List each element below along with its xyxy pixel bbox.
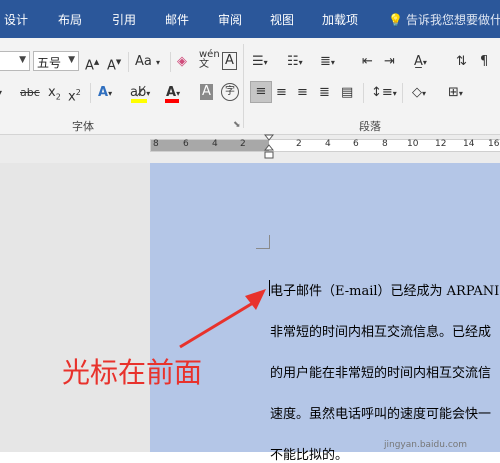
indent-markers[interactable]	[264, 134, 274, 160]
horizontal-ruler[interactable]: 8 6 4 2 2 4 6 8 10 12 14 16	[150, 139, 500, 152]
ruler-number: 14	[463, 139, 475, 149]
chinese-layout-icon[interactable]: A̲▾	[414, 52, 427, 72]
tell-me-search[interactable]: 💡 告诉我您想要做什	[388, 11, 500, 28]
clear-formatting-icon[interactable]: ◈	[177, 52, 187, 72]
shading-icon[interactable]: ◇▾	[412, 83, 426, 103]
group-label-font: 字体	[72, 120, 94, 133]
line-spacing-icon[interactable]: ↕≡▾	[371, 83, 397, 103]
tab-review[interactable]: 审阅	[218, 11, 242, 28]
document-line[interactable]: 非常短的时间内相互交流信息。已经成	[270, 321, 491, 340]
align-center-icon[interactable]: ≡	[276, 83, 287, 103]
sort-icon[interactable]: ⇅	[456, 52, 467, 72]
tab-mailings[interactable]: 邮件	[165, 11, 189, 28]
chevron-down-icon[interactable]: ▼	[68, 55, 75, 65]
borders-icon[interactable]: ⊞▾	[448, 83, 463, 103]
separator	[170, 52, 171, 72]
highlight-color-bar	[131, 99, 147, 103]
ruler-number: 12	[435, 139, 447, 149]
tab-layout[interactable]: 布局	[58, 11, 82, 28]
ruler-number: 16	[488, 139, 500, 149]
group-label-paragraph: 段落	[359, 120, 381, 133]
ruler-number: 10	[407, 139, 419, 149]
tab-view[interactable]: 视图	[270, 11, 294, 28]
ruler-number: 8	[153, 139, 159, 149]
group-separator	[243, 44, 244, 128]
phonetic-guide-icon[interactable]: wén 文	[199, 50, 220, 70]
character-shading-icon[interactable]: A	[200, 84, 213, 100]
justify-icon[interactable]: ≣	[319, 83, 330, 103]
decrease-indent-icon[interactable]: ⇤	[362, 52, 373, 72]
annotation-label: 光标在前面	[62, 356, 203, 389]
enclose-characters-icon[interactable]: 字	[221, 83, 239, 101]
ruler-number: 4	[212, 139, 218, 149]
separator	[363, 83, 364, 103]
ribbon-tab-bar: 设计 布局 引用 邮件 审阅 视图 加载项 💡 告诉我您想要做什	[0, 0, 500, 38]
chevron-down-icon[interactable]: ▼	[19, 55, 26, 65]
character-border-icon[interactable]: A	[222, 52, 237, 70]
align-left-icon[interactable]: ≡	[250, 81, 272, 103]
shrink-font-icon[interactable]: A▼	[107, 52, 121, 73]
align-right-icon[interactable]: ≡	[297, 83, 308, 103]
ruler-number: 4	[325, 139, 331, 149]
document-line[interactable]: 速度。虽然电话呼叫的速度可能会快一	[270, 403, 491, 422]
ruler-number: 6	[353, 139, 359, 149]
document-line[interactable]: 不能比拟的。	[270, 444, 348, 463]
ruler-number: 6	[183, 139, 189, 149]
subscript-icon[interactable]: x2	[48, 83, 61, 103]
document-canvas-left	[0, 163, 150, 452]
tab-references[interactable]: 引用	[112, 11, 136, 28]
distributed-icon[interactable]: ▤	[341, 83, 353, 103]
separator	[402, 83, 403, 103]
text-effects-icon[interactable]: A▾	[98, 83, 112, 103]
font-size-value: 五号	[37, 56, 62, 70]
tell-me-text: 告诉我您想要做什	[405, 13, 500, 27]
ruler-margin	[151, 140, 269, 151]
increase-indent-icon[interactable]: ⇥	[384, 52, 395, 72]
watermark: jingyan.baidu.com	[384, 440, 468, 450]
lightbulb-icon: 💡	[388, 13, 403, 27]
margin-corner-mark	[256, 235, 270, 249]
dialog-launcher-icon[interactable]: ⬊	[233, 120, 241, 130]
show-marks-icon[interactable]: ¶	[480, 52, 488, 72]
tab-design[interactable]: 设计	[4, 11, 28, 28]
multilevel-list-icon[interactable]: ≣▾	[320, 52, 335, 72]
font-name-combo[interactable]: ▼	[0, 51, 30, 71]
document-line[interactable]: 的用户能在非常短的时间内相互交流信	[270, 362, 491, 381]
numbering-icon[interactable]: ☷▾	[287, 52, 303, 72]
superscript-icon[interactable]: x2	[68, 83, 81, 104]
grow-font-icon[interactable]: A▲	[85, 52, 99, 73]
ruler-number: 2	[240, 139, 246, 149]
strikethrough-icon[interactable]: abc	[20, 83, 40, 103]
ruler-number: 8	[382, 139, 388, 149]
font-size-combo[interactable]: 五号 ▼	[33, 51, 79, 71]
ribbon-home: ▼ 五号 ▼ A▲ A▼ Aa ▾ ◈ wén 文 A ☰▾ ☷▾ ≣▾ ⇤ ⇥ …	[0, 38, 500, 135]
font-color-bar	[165, 99, 179, 103]
tab-addins[interactable]: 加载项	[322, 11, 358, 28]
bullets-icon[interactable]: ☰▾	[252, 52, 268, 72]
document-line[interactable]: 电子邮件（E-mail）已经成为 ARPANI	[270, 280, 499, 299]
separator	[90, 83, 91, 103]
change-case-icon[interactable]: Aa ▾	[135, 52, 160, 72]
ruler-number: 2	[296, 139, 302, 149]
chevron-down-icon[interactable]: ▾	[0, 83, 2, 103]
separator	[128, 52, 129, 72]
